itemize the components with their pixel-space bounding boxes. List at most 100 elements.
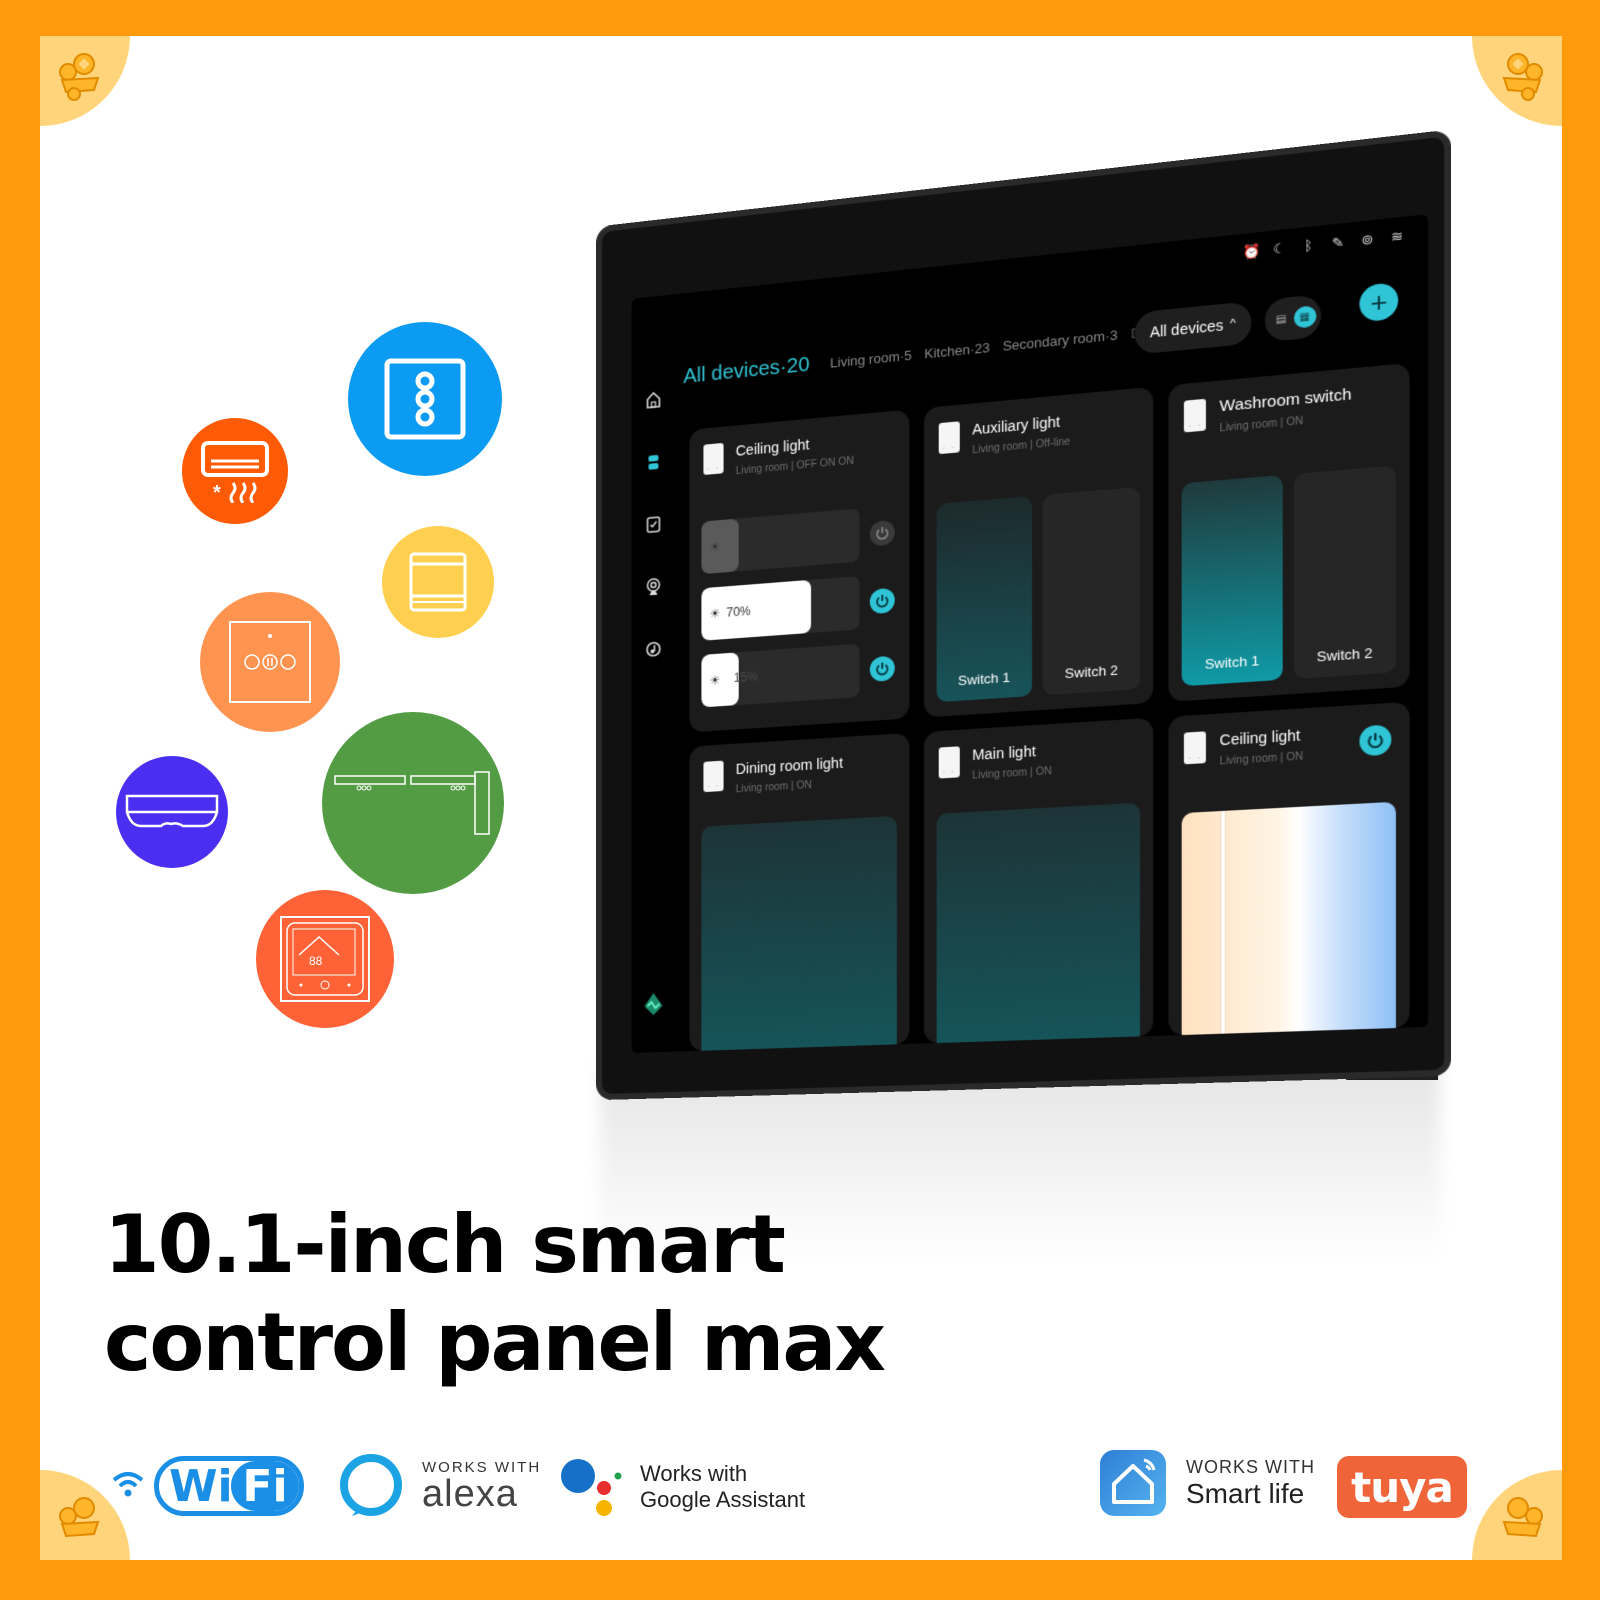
card-subtitle: Living room | ON [972,765,1052,782]
bluetooth-icon: ᛒ [1304,237,1313,255]
device-filter-label: All devices [1149,316,1224,341]
list-view-icon[interactable]: ▤ [1270,308,1292,332]
slider-fill: ☀ [701,518,739,575]
card-title: Ceiling light [1219,726,1301,749]
switch-device-icon [1184,398,1207,433]
home-icon[interactable] [645,390,663,410]
dimmer-row: ☀ [701,505,895,575]
card-subtitle: Living room | Off-line [972,436,1071,457]
camera-icon[interactable] [645,577,663,596]
switch-device-icon [1184,731,1207,765]
wifi-icon: ≋ [1390,227,1404,246]
google-works-with: Works with [640,1461,748,1486]
switch-2-button[interactable]: Switch 2 [1042,486,1141,696]
power-toggle[interactable] [1359,724,1392,757]
curtain-track-bubble [322,712,504,894]
card-subtitle: Living room | ON [1219,751,1304,768]
headline-line-2: control panel max [104,1296,886,1389]
product-headline: 10.1-inch smart control panel max [104,1196,886,1392]
device-card-auxiliary-light[interactable]: Auxiliary light Living room | Off-line S… [923,386,1154,718]
sun-icon: ☀ [709,606,721,622]
thermostat-bubble: 88 [256,890,394,1028]
device-filter-dropdown[interactable]: All devices ^ [1134,300,1252,355]
triple-switch-bubble [348,322,502,476]
alexa-ring-icon [340,1454,402,1516]
brightness-slider[interactable]: ☀ [701,508,860,575]
light-control-panel[interactable] [701,815,897,1051]
chevron-up-icon: ^ [1230,317,1236,331]
brightness-slider[interactable]: ☀ 70% [701,576,860,641]
scenes-icon[interactable] [645,515,663,535]
card-subtitle: Living room | OFF ON ON [735,455,854,478]
power-icon [875,661,890,676]
power-icon [875,593,890,608]
device-grid: Ceiling light Living room | OFF ON ON ☀ [689,362,1410,1052]
corner-ornament [40,36,130,126]
alarm-icon: ⏰ [1242,242,1261,261]
brand-logo-icon [644,992,664,1016]
tab-living-room[interactable]: Living room·5 [830,347,912,370]
power-toggle[interactable] [869,519,895,547]
switch-device-icon [703,442,724,476]
headline-line-1: 10.1-inch smart [104,1198,786,1291]
card-title: Dining room light [735,754,843,778]
curtain-track-icon [334,771,490,835]
switch-1-button[interactable]: Switch 1 [936,495,1033,703]
brightness-slider[interactable]: ☀ 15% [701,643,860,708]
color-temperature-slider[interactable] [1182,801,1396,1036]
power-icon [875,525,890,541]
status-bar: ⏰ ☾ ᛒ ✎ ⊚ ≋ [1243,227,1406,261]
curtain-switch-bubble [200,592,340,732]
sun-icon: ☀ [709,539,721,555]
gateway-hub-icon [125,794,219,828]
air-conditioner-bubble: * [182,418,288,524]
switch-device-icon [703,760,724,793]
add-device-button[interactable]: + [1359,281,1399,323]
device-card-dining-room-light[interactable]: Dining room light Living room | ON [689,732,910,1052]
product-frame: * 88 ⏰ ☾ ᛒ ✎ ⊚ ≋ All devices·20 Living r… [40,36,1562,1560]
devices-icon[interactable] [645,452,663,472]
smart-life-logo: WORKS WITH Smart life [1100,1450,1315,1516]
tuya-logo: tuya [1337,1456,1467,1518]
smart-life-wordmark: Smart life [1186,1477,1305,1509]
music-icon[interactable] [645,640,663,659]
curtain-switch-icon [229,621,311,703]
triple-switch-icon [384,358,466,440]
tab-secondary-room[interactable]: Secondary room·3 [1003,326,1118,353]
tab-kitchen[interactable]: Kitchen·23 [924,339,990,361]
device-card-ceiling-light-2[interactable]: Ceiling light Living room | ON [1168,701,1410,1036]
corner-ornament [1472,36,1562,126]
slider-handle[interactable] [1221,810,1226,1034]
google-assistant-text: Google Assistant [640,1487,806,1512]
device-card-ceiling-light[interactable]: Ceiling light Living room | OFF ON ON ☀ [689,409,910,733]
alexa-logo: WORKS WITH alexa [338,1452,541,1518]
wifi-fi-text: Fi [231,1461,299,1511]
view-toggle[interactable]: ▤ ▦ [1264,294,1321,343]
alexa-wordmark: alexa [422,1472,518,1515]
moon-icon: ☾ [1272,239,1286,258]
card-title: Auxiliary light [972,413,1061,438]
switch-2-button[interactable]: Switch 2 [1293,465,1396,680]
power-toggle[interactable] [869,587,895,615]
power-toggle[interactable] [869,655,895,682]
sun-icon: ☀ [709,672,721,688]
dimmer-row: ☀ 15% [701,641,895,708]
power-icon [1366,731,1384,749]
coin-ornament-icon [1502,53,1543,101]
device-card-main-light[interactable]: Main light Living room | ON [923,717,1154,1044]
mic-off-icon: ✎ [1331,233,1345,252]
svg-text:*: * [213,482,221,503]
air-conditioner-icon: * [201,441,269,503]
smart-life-works-with: WORKS WITH [1186,1456,1315,1477]
wifi-signal-icon [112,1472,144,1497]
brightness-value: 15% [733,669,759,686]
grid-view-icon[interactable]: ▦ [1293,305,1316,329]
device-card-washroom-switch[interactable]: Washroom switch Living room | ON Switch … [1168,362,1410,702]
google-assistant-icon [561,1459,622,1516]
thermostat-icon: 88 [280,916,370,1002]
panel-screen: ⏰ ☾ ᛒ ✎ ⊚ ≋ All devices·20 Living room·5… [631,214,1429,1054]
light-control-panel[interactable] [936,802,1141,1044]
slider-fill: ☀ 70% [701,579,812,641]
switch-1-button[interactable]: Switch 1 [1182,474,1283,687]
tab-all-devices[interactable]: All devices·20 [683,353,809,389]
